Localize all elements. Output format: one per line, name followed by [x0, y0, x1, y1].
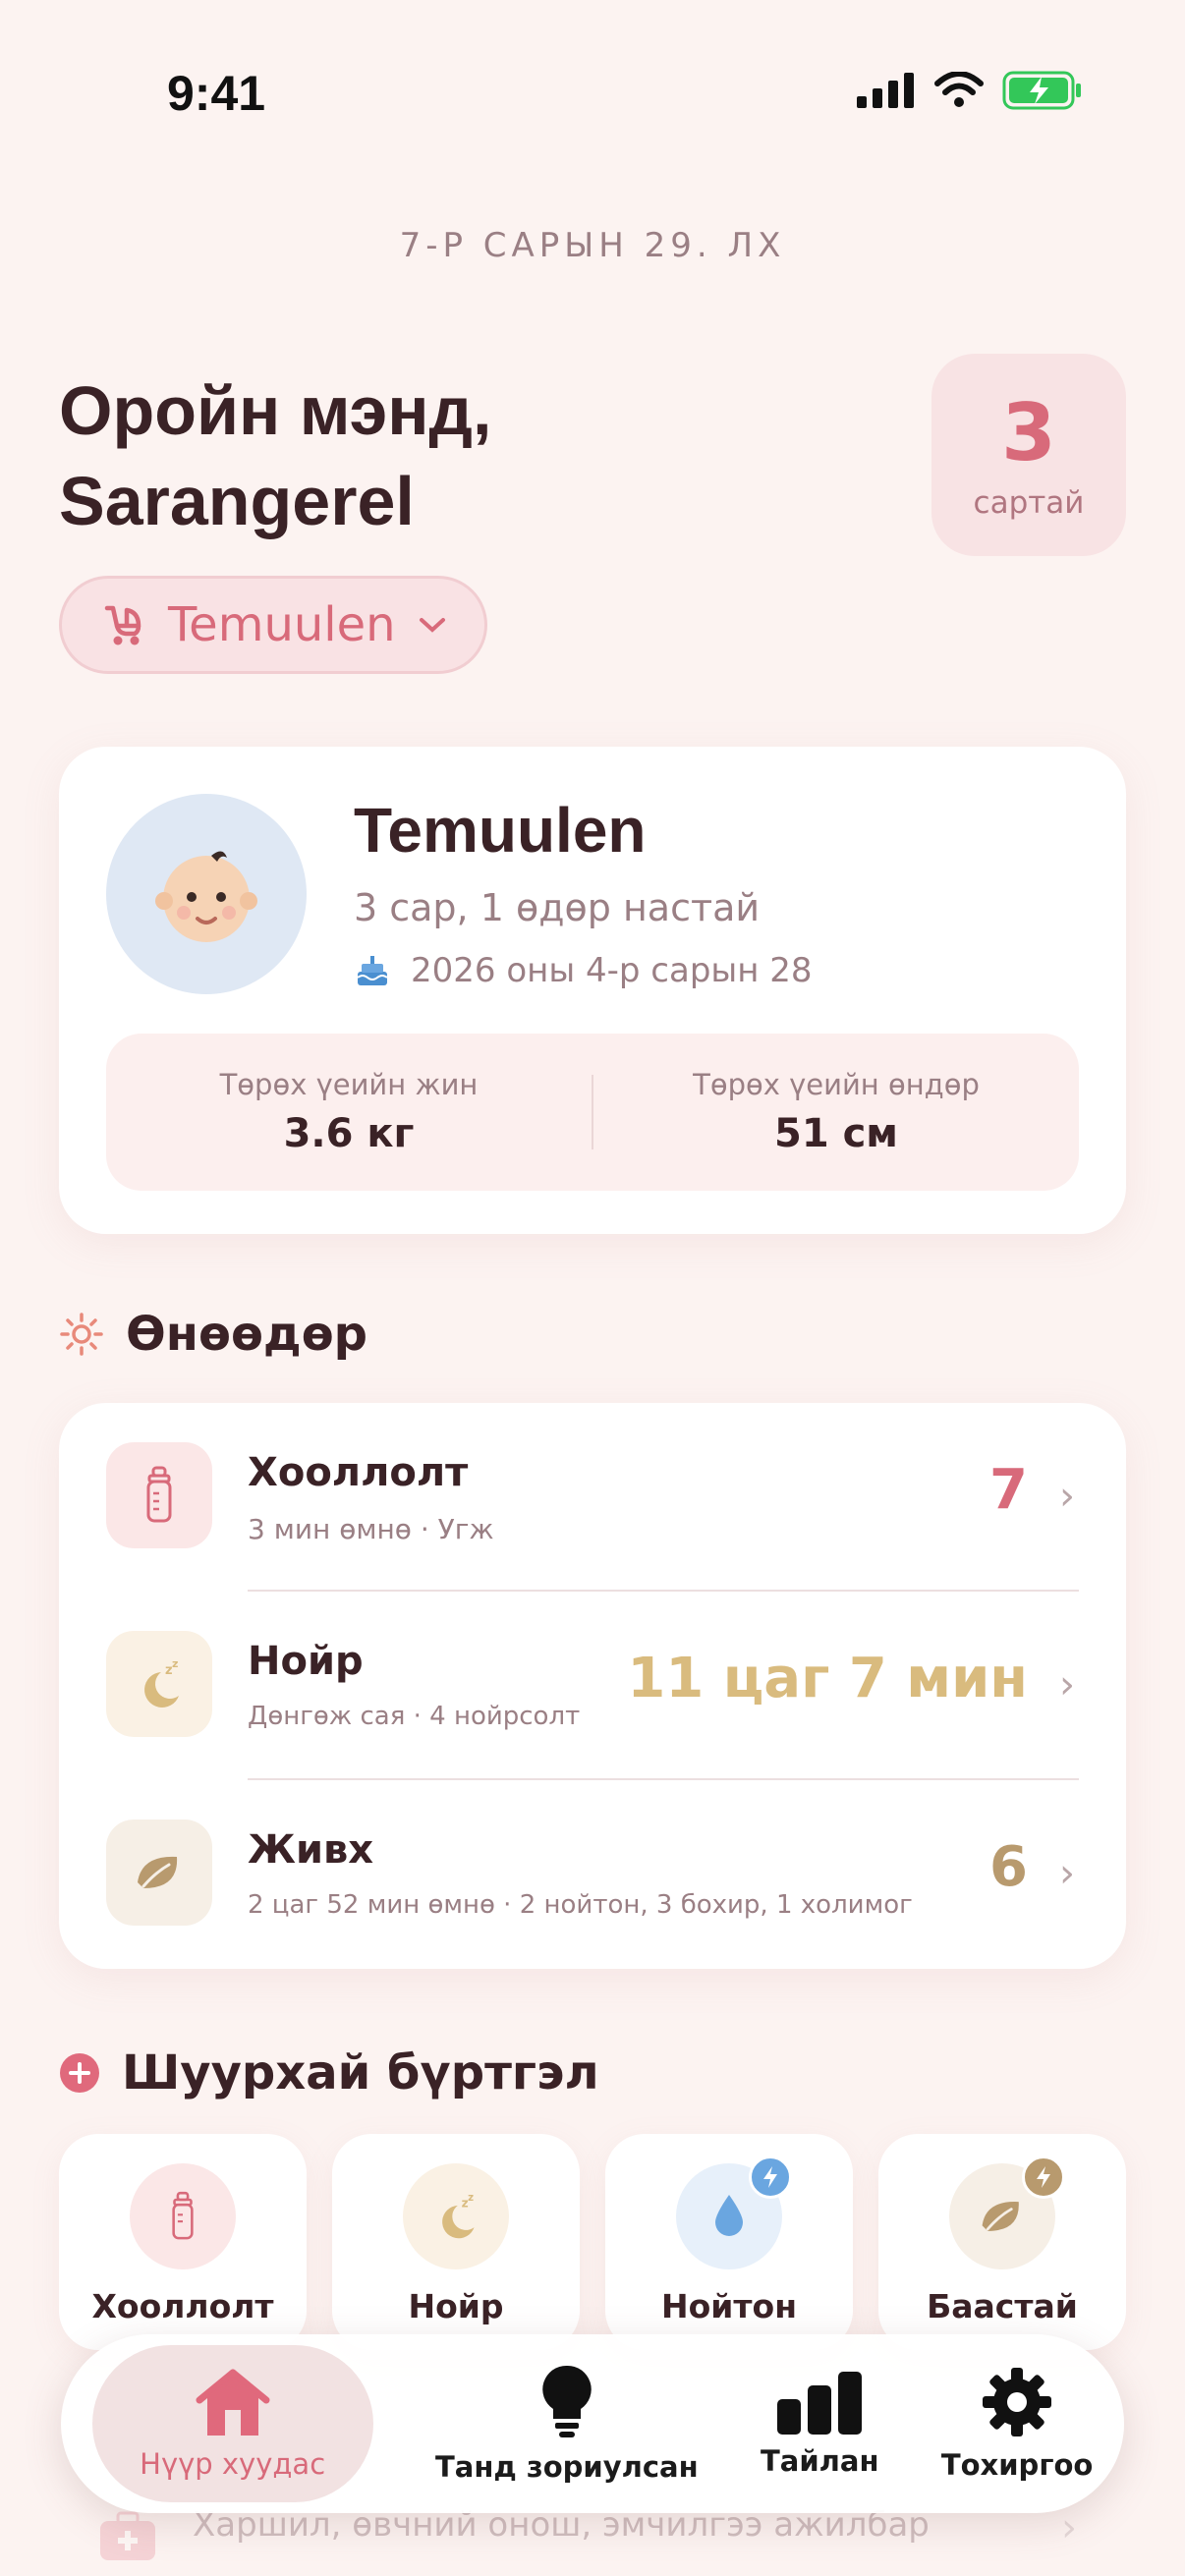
- feeding-summary-row[interactable]: Хооллолт 3 мин өмнө · Угж 7 ›: [59, 1403, 1126, 1592]
- leaf-icon: [138, 1856, 178, 1888]
- tab-reports[interactable]: Тайлан: [761, 2345, 879, 2502]
- bottom-tab-bar: Нүүр хуудас Танд зориулсан Тайлан Тохирг…: [61, 2334, 1124, 2513]
- tab-settings-label: Тохиргоо: [940, 2448, 1094, 2482]
- quick-log-buttons: Хооллолт z z Нойр Нойтон Баастай: [59, 2134, 1126, 2350]
- feeding-title: Хооллолт: [248, 1450, 469, 1495]
- birthday-cake-icon: [357, 956, 388, 985]
- tab-for-you[interactable]: Танд зориулсан: [435, 2345, 699, 2502]
- lightning-icon: [1037, 2166, 1050, 2188]
- plus-circle-icon: [60, 2053, 99, 2093]
- bottle-icon: [172, 2191, 194, 2240]
- bottle-icon: [146, 1466, 172, 1523]
- quick-log-sleep-button[interactable]: z z Нойр: [332, 2134, 580, 2350]
- baby-birthdate-text: 2026 оны 4-р сарын 28: [411, 951, 813, 990]
- tab-for-you-label: Танд зориулсан: [434, 2450, 699, 2484]
- bar-chart-icon: [777, 2372, 863, 2435]
- diaper-count: 6: [989, 1835, 1028, 1899]
- quick-sleep-label: Нойр: [408, 2287, 504, 2325]
- battery-charging-icon: [1002, 71, 1081, 110]
- gear-icon: [983, 2368, 1052, 2436]
- leaf-icon: [982, 2202, 1019, 2231]
- baby-selector-name: Temuulen: [168, 597, 396, 652]
- age-value: 3: [1001, 387, 1056, 478]
- tab-reports-label: Тайлан: [760, 2444, 879, 2478]
- moon-sleep-icon: z z: [144, 1657, 179, 1708]
- today-section-title: Өнөөдөр: [59, 1307, 367, 1362]
- today-summary-card: Хооллолт 3 мин өмнө · Угж 7 › z z Нойр Д…: [59, 1403, 1126, 1969]
- baby-birthdate: 2026 оны 4-р сарын 28: [354, 951, 813, 990]
- age-unit: сартай: [973, 485, 1085, 521]
- home-icon: [196, 2369, 270, 2436]
- greeting: Оройн мэнд, Sarangerel: [59, 365, 491, 546]
- cellular-signal-icon: [857, 73, 914, 108]
- stroller-icon: [104, 605, 141, 645]
- tab-home[interactable]: Нүүр хуудас: [91, 2345, 373, 2502]
- date-label: 7-Р САРЫН 29. ЛХ: [399, 226, 786, 265]
- birth-weight-label: Төрөх үеийн жин: [219, 1068, 479, 1101]
- chevron-down-icon: [419, 618, 445, 633]
- sleep-icon-tile: z z: [106, 1631, 212, 1737]
- sleep-summary-row[interactable]: z z Нойр Дөнгөж сая · 4 нойрсолт 11 цаг …: [59, 1592, 1126, 1780]
- quick-log-dirty-button[interactable]: Баастай: [878, 2134, 1126, 2350]
- quick-feeding-icon-circle: [130, 2163, 236, 2269]
- diaper-summary-row[interactable]: Живх 2 цаг 52 мин өмнө · 2 нойтон, 3 бох…: [59, 1780, 1126, 1969]
- diaper-subtitle: 2 цаг 52 мин өмнө · 2 нойтон, 3 бохир, 1…: [248, 1890, 913, 1920]
- status-time: 9:41: [167, 66, 266, 121]
- moon-sleep-icon: z z: [442, 2193, 475, 2239]
- baby-profile-card[interactable]: Temuulen 3 сар, 1 өдөр настай 2026 оны 4…: [59, 747, 1126, 1234]
- tab-home-label: Нүүр хуудас: [140, 2447, 326, 2481]
- quick-log-title: Шуурхай бүртгэл: [122, 2045, 599, 2100]
- feeding-subtitle: 3 мин өмнө · Угж: [248, 1513, 494, 1545]
- birth-weight-stat: Төрөх үеийн жин 3.6 кг: [106, 1068, 592, 1156]
- birth-height-value: 51 см: [774, 1111, 898, 1156]
- baby-age: 3 сар, 1 өдөр настай: [354, 886, 761, 929]
- sleep-subtitle: Дөнгөж сая · 4 нойрсолт: [248, 1702, 581, 1731]
- water-drop-icon: [715, 2195, 743, 2236]
- greeting-line1: Оройн мэнд,: [59, 372, 492, 449]
- greeting-name: Sarangerel: [59, 463, 415, 539]
- diaper-icon-tile: [106, 1820, 212, 1926]
- quick-log-feeding-button[interactable]: Хооллолт: [59, 2134, 307, 2350]
- chevron-right-icon: ›: [1059, 1662, 1075, 1708]
- sun-icon: [60, 1313, 103, 1356]
- medical-kit-icon: [100, 2511, 155, 2560]
- birth-height-stat: Төрөх үеийн өндөр 51 см: [593, 1068, 1079, 1156]
- sleep-duration: 11 цаг 7 мин: [627, 1647, 1028, 1710]
- quick-log-wet-button[interactable]: Нойтон: [605, 2134, 853, 2350]
- baby-name: Temuulen: [354, 795, 647, 866]
- quick-feeding-label: Хооллолт: [91, 2287, 274, 2325]
- chevron-right-icon: ›: [1061, 2505, 1077, 2550]
- quick-wet-label: Нойтон: [660, 2287, 797, 2325]
- wifi-icon: [934, 72, 984, 107]
- birth-stats: Төрөх үеийн жин 3.6 кг Төрөх үеийн өндөр…: [106, 1034, 1079, 1191]
- quick-log-badge: [1022, 2156, 1065, 2199]
- lightning-icon: [763, 2166, 777, 2188]
- chevron-right-icon: ›: [1059, 1851, 1075, 1896]
- status-icons: [857, 71, 1083, 110]
- svg-text:z: z: [468, 2193, 474, 2204]
- svg-text:z: z: [172, 1657, 178, 1670]
- tab-settings[interactable]: Тохиргоо: [940, 2345, 1094, 2502]
- today-title: Өнөөдөр: [126, 1307, 368, 1362]
- quick-log-section-title: Шуурхай бүртгэл: [59, 2045, 599, 2100]
- sleep-title: Нойр: [248, 1639, 364, 1684]
- baby-avatar: [106, 794, 307, 994]
- quick-dirty-label: Баастай: [927, 2287, 1078, 2325]
- lightbulb-icon: [542, 2365, 592, 2437]
- birth-height-label: Төрөх үеийн өндөр: [693, 1068, 980, 1101]
- baby-selector[interactable]: Temuulen: [59, 576, 487, 674]
- feeding-count: 7: [989, 1458, 1028, 1522]
- feeding-icon-tile: [106, 1442, 212, 1548]
- chevron-right-icon: ›: [1059, 1474, 1075, 1519]
- diaper-title: Живх: [248, 1827, 374, 1873]
- baby-face-icon: [155, 851, 257, 942]
- quick-sleep-icon-circle: z z: [403, 2163, 509, 2269]
- birth-weight-value: 3.6 кг: [283, 1111, 415, 1156]
- quick-log-badge: [749, 2156, 792, 2199]
- age-badge: 3 сартай: [931, 354, 1126, 556]
